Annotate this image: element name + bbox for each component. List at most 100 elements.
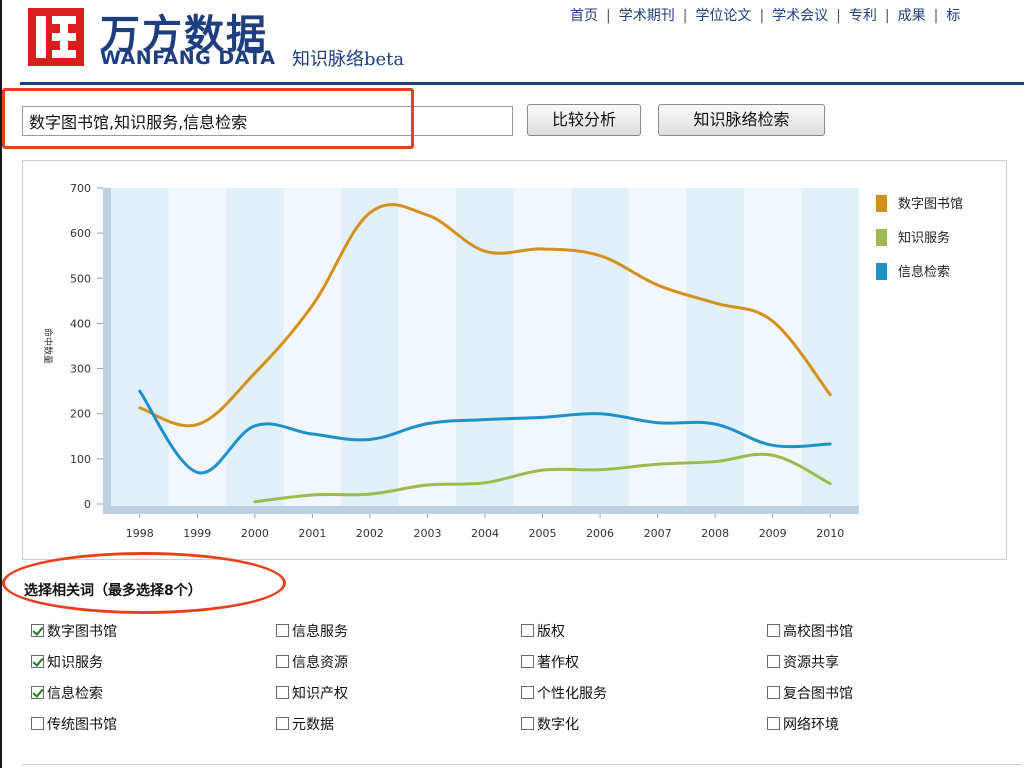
nav-standards[interactable]: 标: [946, 8, 960, 24]
compare-analysis-button[interactable]: 比较分析: [527, 104, 641, 136]
related-term-label: 个性化服务: [537, 686, 607, 702]
annotation-highlight-rect: [2, 88, 414, 149]
related-term-label: 网络环境: [783, 717, 839, 733]
footer-divider: [22, 764, 1022, 765]
checkbox[interactable]: [521, 686, 534, 699]
related-term-label: 高校图书馆: [783, 624, 853, 640]
related-term-label: 版权: [537, 624, 565, 640]
nav-separator: |: [759, 8, 765, 24]
related-term-item[interactable]: 数字化: [521, 714, 579, 734]
y-tick-label: 600: [70, 227, 91, 240]
related-term-item[interactable]: 复合图书馆: [767, 683, 853, 703]
knowledge-search-button[interactable]: 知识脉络检索: [658, 104, 825, 136]
x-tick-label: 2002: [356, 527, 384, 540]
header-divider: [20, 82, 1024, 85]
related-term-item[interactable]: 著作权: [521, 652, 579, 672]
chart-band: [283, 188, 342, 512]
related-term-item[interactable]: 资源共享: [767, 652, 839, 672]
related-term-label: 元数据: [292, 717, 334, 733]
y-tick-label: 100: [70, 453, 91, 466]
checkbox[interactable]: [521, 624, 534, 637]
logo-text-en[interactable]: WANFANG DATA: [100, 47, 276, 69]
related-term-item[interactable]: 知识产权: [276, 683, 348, 703]
y-tick-label: 200: [70, 408, 91, 421]
related-term-label: 数字化: [537, 717, 579, 733]
nav-separator: |: [836, 8, 841, 24]
nav-patents[interactable]: 专利: [849, 8, 877, 24]
chart-band: [456, 188, 514, 512]
trend-chart: 0 100 200 300 400 500 600 700 1998 1999 2000 2001 20…: [22, 160, 1007, 560]
related-term-label: 信息服务: [292, 624, 348, 640]
related-term-item[interactable]: 数字图书馆: [31, 621, 117, 641]
y-axis-bar: [103, 188, 111, 512]
related-term-item[interactable]: 网络环境: [767, 714, 839, 734]
nav-theses[interactable]: 学位论文: [695, 8, 751, 24]
related-term-label: 著作权: [537, 655, 579, 671]
x-tick-label: 2004: [471, 527, 499, 540]
related-term-label: 资源共享: [783, 655, 839, 671]
related-term-label: 传统图书馆: [47, 717, 117, 733]
y-tick-label: 0: [84, 498, 91, 511]
related-term-label: 信息检索: [47, 686, 103, 702]
checkbox[interactable]: [767, 717, 780, 730]
chart-band: [571, 188, 629, 512]
trend-chart-svg: 0 100 200 300 400 500 600 700 1998 1999 2000 2001 20…: [42, 182, 963, 540]
x-tick-label: 2007: [644, 527, 672, 540]
related-term-item[interactable]: 信息资源: [276, 652, 348, 672]
checkbox[interactable]: [276, 717, 289, 730]
y-tick-label: 300: [70, 363, 91, 376]
checkbox[interactable]: [276, 624, 289, 637]
nav-journals[interactable]: 学术期刊: [619, 8, 675, 24]
x-tick-label: 2000: [241, 527, 269, 540]
checkbox[interactable]: [767, 655, 780, 668]
y-tick-label: 500: [70, 272, 91, 285]
y-tick-label: 400: [70, 317, 91, 330]
nav-separator: |: [606, 8, 611, 24]
checkbox[interactable]: [276, 686, 289, 699]
y-axis-label: 命中数量: [42, 328, 54, 364]
related-term-label: 数字图书馆: [47, 624, 117, 640]
nav-home[interactable]: 首页: [570, 8, 598, 24]
related-term-item[interactable]: 元数据: [276, 714, 334, 734]
nav-separator: |: [933, 8, 939, 24]
legend-swatch: [876, 263, 887, 280]
x-tick-label: 2009: [759, 527, 787, 540]
x-tick-label: 2006: [586, 527, 614, 540]
checkbox[interactable]: [767, 624, 780, 637]
related-term-item[interactable]: 传统图书馆: [31, 714, 117, 734]
checkbox[interactable]: [31, 624, 44, 637]
checkbox[interactable]: [31, 686, 44, 699]
nav-separator: |: [884, 8, 890, 24]
nav-conferences[interactable]: 学术会议: [772, 8, 828, 24]
related-term-item[interactable]: 知识服务: [31, 652, 103, 672]
related-term-item[interactable]: 版权: [521, 621, 565, 641]
checkbox[interactable]: [767, 686, 780, 699]
x-tick-label: 2005: [529, 527, 557, 540]
x-tick-label: 1998: [126, 527, 154, 540]
product-subtitle: 知识脉络beta: [292, 49, 405, 70]
checkbox[interactable]: [31, 717, 44, 730]
wanfang-logo-icon[interactable]: [28, 8, 84, 66]
related-term-label: 复合图书馆: [783, 686, 853, 702]
x-tick-label: 1999: [183, 527, 211, 540]
checkbox[interactable]: [521, 717, 534, 730]
legend-label: 信息检索: [898, 264, 950, 280]
x-axis-bar: [103, 506, 859, 514]
x-tick-label: 2010: [816, 527, 844, 540]
nav-separator: |: [682, 8, 688, 24]
related-term-item[interactable]: 个性化服务: [521, 683, 607, 703]
nav-achievements[interactable]: 成果: [898, 8, 926, 24]
related-term-label: 知识服务: [47, 655, 103, 671]
chart-band: [513, 188, 572, 512]
chart-band: [111, 188, 169, 512]
related-term-item[interactable]: 信息服务: [276, 621, 348, 641]
related-term-item[interactable]: 信息检索: [31, 683, 103, 703]
legend-swatch: [876, 195, 887, 212]
checkbox[interactable]: [31, 655, 44, 668]
x-tick-label: 2008: [701, 527, 729, 540]
checkbox[interactable]: [521, 655, 534, 668]
checkbox[interactable]: [276, 655, 289, 668]
related-term-item[interactable]: 高校图书馆: [767, 621, 853, 641]
y-tick-label: 700: [70, 182, 91, 195]
x-tick-label: 2001: [298, 527, 326, 540]
